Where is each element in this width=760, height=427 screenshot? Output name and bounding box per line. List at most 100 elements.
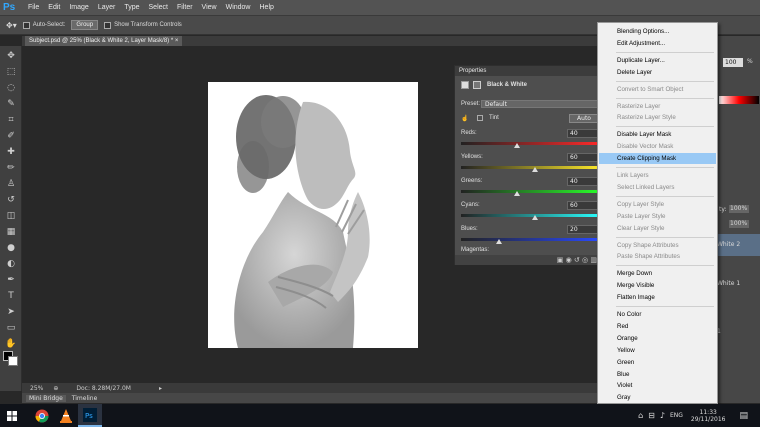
blues-value[interactable]: 20 <box>567 225 601 234</box>
yellows-slider[interactable] <box>461 166 601 169</box>
reds-slider-thumb[interactable] <box>514 143 520 148</box>
dodge-icon[interactable]: ◐ <box>5 258 17 270</box>
menu-item-create-clipping-mask[interactable]: Create Clipping Mask <box>599 153 716 165</box>
status-menu-arrow-icon[interactable]: ▸ <box>159 385 162 392</box>
auto-select-checkbox[interactable] <box>22 21 30 29</box>
move-tool-icon[interactable]: ✥▾ <box>6 21 17 30</box>
auto-select-dropdown[interactable]: Group <box>71 20 99 30</box>
history-brush-icon[interactable]: ↺ <box>5 194 17 206</box>
menu-item-gray[interactable]: Gray <box>599 392 716 403</box>
menu-item-no-color[interactable]: No Color <box>599 309 716 320</box>
opacity2-value[interactable]: 100% <box>729 220 749 228</box>
path-select-icon[interactable]: ➤ <box>5 306 17 318</box>
greens-slider[interactable] <box>461 190 601 193</box>
cyans-slider[interactable] <box>461 214 601 217</box>
tint-checkbox[interactable] <box>477 115 483 121</box>
transform-controls-checkbox[interactable] <box>104 21 112 29</box>
visibility-icon[interactable]: ◎ <box>582 256 588 264</box>
greens-value[interactable]: 40 <box>567 177 601 186</box>
tab-mini-bridge[interactable]: Mini Bridge <box>26 394 66 402</box>
vlc-icon[interactable] <box>54 404 78 427</box>
auto-button[interactable]: Auto <box>569 114 599 123</box>
info-icon[interactable]: ⊕ <box>53 385 58 392</box>
cyans-value[interactable]: 60 <box>567 201 601 210</box>
menu-item-blending-options[interactable]: Blending Options... <box>599 26 716 37</box>
menu-file[interactable]: File <box>28 4 39 11</box>
clock[interactable]: 11:33 29/11/2016 <box>691 409 726 423</box>
volume-icon[interactable]: ♪ <box>660 411 665 420</box>
background-color-swatch[interactable] <box>8 356 18 366</box>
menu-image[interactable]: Image <box>69 4 88 11</box>
reds-value[interactable]: 40 <box>567 129 601 138</box>
document-tab[interactable]: Subject.psd @ 25% (Black & White 2, Laye… <box>25 36 183 46</box>
lasso-icon[interactable]: ◌ <box>5 82 17 94</box>
zoom-level[interactable]: 25% <box>30 385 43 392</box>
color-spectrum[interactable] <box>719 96 759 104</box>
menu-select[interactable]: Select <box>149 4 168 11</box>
menu-item-merge-down[interactable]: Merge Down <box>599 268 716 279</box>
layer-label-bw1[interactable]: White 1 <box>717 280 740 287</box>
clip-to-layer-icon[interactable]: ▣ <box>557 256 564 264</box>
photoshop-taskbar-icon[interactable]: Ps <box>78 404 102 427</box>
yellows-value[interactable]: 60 <box>567 153 601 162</box>
trash-icon[interactable]: ▥ <box>590 256 597 264</box>
menu-item-merge-visible[interactable]: Merge Visible <box>599 280 716 291</box>
notifications-icon[interactable]: ▤ <box>739 411 748 421</box>
reds-slider[interactable] <box>461 142 601 145</box>
cyans-slider-thumb[interactable] <box>532 215 539 220</box>
type-icon[interactable]: T <box>5 290 17 302</box>
eraser-icon[interactable]: ◫ <box>5 210 17 222</box>
network-icon[interactable]: ⌂ <box>638 411 643 420</box>
system-tray-icon[interactable]: ⊟ <box>648 411 655 420</box>
language-indicator[interactable]: ENG <box>670 412 683 419</box>
healing-brush-icon[interactable]: ✚ <box>5 146 17 158</box>
auto-select-option[interactable]: Auto-Select: <box>22 21 65 29</box>
menu-item-orange[interactable]: Orange <box>599 333 716 344</box>
properties-title[interactable]: Properties <box>455 66 603 76</box>
menu-edit[interactable]: Edit <box>48 4 60 11</box>
blues-slider-thumb[interactable] <box>495 239 502 244</box>
windows-start-icon[interactable] <box>0 404 24 427</box>
crop-icon[interactable]: ⌗ <box>5 114 17 126</box>
brush-icon[interactable]: ✏ <box>5 162 17 174</box>
clone-stamp-icon[interactable]: ♙ <box>5 178 17 190</box>
opacity-value[interactable]: 100 <box>723 58 743 67</box>
layer-mask-icon[interactable] <box>473 81 481 89</box>
menu-view[interactable]: View <box>202 4 217 11</box>
pen-icon[interactable]: ✒ <box>5 274 17 286</box>
hand-icon[interactable]: ✋ <box>5 338 17 350</box>
menu-item-blue[interactable]: Blue <box>599 369 716 380</box>
menu-type[interactable]: Type <box>124 4 139 11</box>
document-canvas[interactable] <box>208 82 418 348</box>
menu-item-yellow[interactable]: Yellow <box>599 345 716 356</box>
shape-icon[interactable]: ▭ <box>5 322 17 334</box>
menu-item-duplicate-layer[interactable]: Duplicate Layer... <box>599 55 716 66</box>
yellows-slider-thumb[interactable] <box>532 167 539 172</box>
chrome-icon[interactable] <box>30 404 54 427</box>
blues-slider[interactable] <box>461 238 601 241</box>
tab-timeline[interactable]: Timeline <box>72 395 98 402</box>
blur-icon[interactable]: ● <box>5 242 17 254</box>
targeted-adjustment-icon[interactable]: ☝ <box>461 115 468 122</box>
menu-item-disable-layer-mask[interactable]: Disable Layer Mask <box>599 129 716 140</box>
fill-value[interactable]: 100% <box>729 205 749 213</box>
transform-controls-option[interactable]: Show Transform Controls <box>104 21 182 29</box>
menu-window[interactable]: Window <box>226 4 251 11</box>
reset-icon[interactable]: ↺ <box>574 256 580 264</box>
menu-help[interactable]: Help <box>260 4 274 11</box>
quick-select-icon[interactable]: ✎ <box>5 98 17 110</box>
gradient-icon[interactable]: ▦ <box>5 226 17 238</box>
menu-item-flatten-image[interactable]: Flatten Image <box>599 292 716 303</box>
greens-slider-thumb[interactable] <box>514 191 520 196</box>
layer-row-bw2[interactable]: White 2 <box>717 234 760 256</box>
menu-item-delete-layer[interactable]: Delete Layer <box>599 67 716 78</box>
marquee-icon[interactable]: ⬚ <box>5 66 17 78</box>
move-icon[interactable]: ✥ <box>5 50 17 62</box>
preset-dropdown[interactable]: Default <box>481 100 601 108</box>
eyedropper-icon[interactable]: ✐ <box>5 130 17 142</box>
menu-layer[interactable]: Layer <box>98 4 116 11</box>
menu-filter[interactable]: Filter <box>177 4 193 11</box>
view-previous-icon[interactable]: ◉ <box>566 256 572 264</box>
menu-item-edit-adjustment[interactable]: Edit Adjustment... <box>599 38 716 49</box>
menu-item-green[interactable]: Green <box>599 357 716 368</box>
